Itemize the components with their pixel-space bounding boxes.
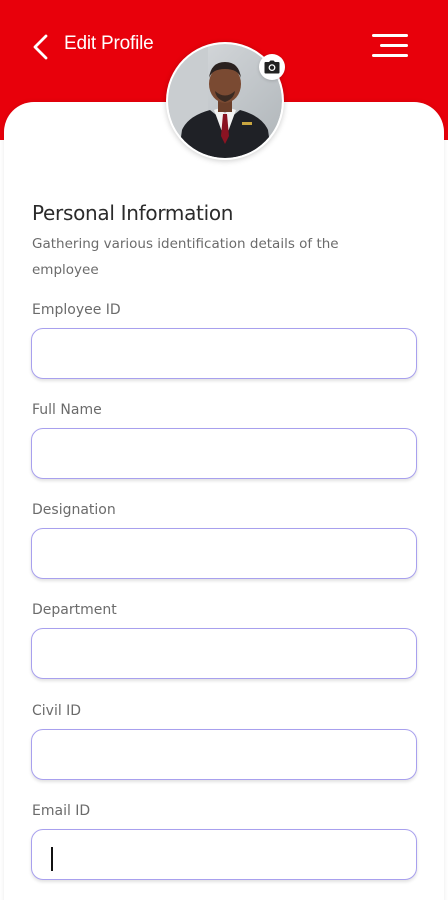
menu-icon-line [380,44,408,47]
back-button[interactable] [26,32,56,62]
change-photo-button[interactable] [259,54,285,80]
employee-id-label: Employee ID [32,302,121,318]
text-cursor [51,847,53,871]
chevron-left-icon [33,34,48,60]
section-title: Personal Information [32,201,234,225]
civil-id-input[interactable] [31,729,417,780]
page-title: Edit Profile [64,33,154,54]
designation-input[interactable] [31,528,417,579]
civil-id-label: Civil ID [32,703,82,719]
edit-profile-screen: Edit Profile Personal Information Gather… [0,0,448,900]
full-name-label: Full Name [32,402,102,418]
department-label: Department [32,602,117,618]
employee-id-input[interactable] [31,328,417,379]
email-id-input[interactable] [31,829,417,880]
designation-label: Designation [32,502,116,518]
menu-icon [372,34,408,37]
menu-button[interactable] [366,30,410,62]
section-description: Gathering various identification details… [32,236,339,278]
full-name-input[interactable] [31,428,417,479]
camera-icon [264,60,280,74]
menu-icon-line [372,54,408,57]
email-id-label: Email ID [32,803,91,819]
department-input[interactable] [31,628,417,679]
